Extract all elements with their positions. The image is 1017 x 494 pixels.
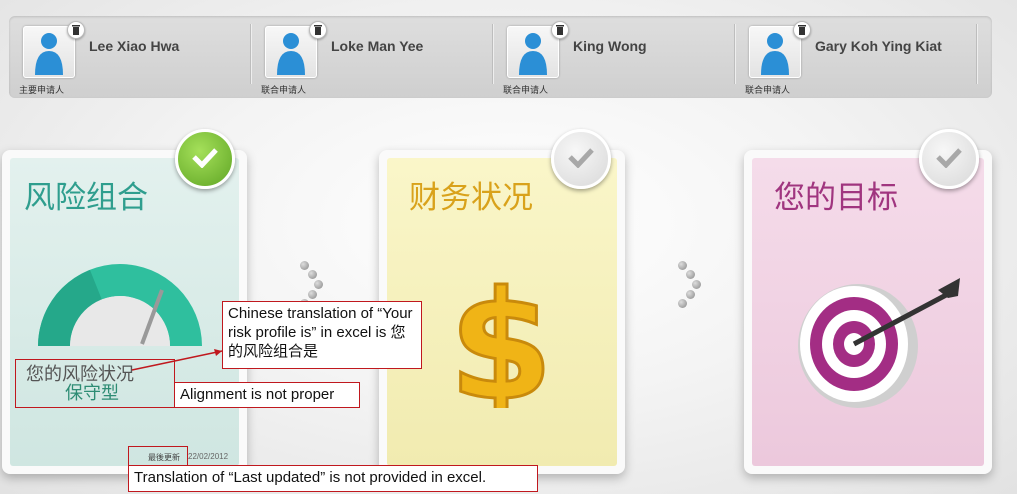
- applicants-bar: Lee Xiao Hwa 主要申请人 Loke Man Yee 联合申请人 Ki…: [9, 16, 992, 98]
- applicant-role: 联合申请人: [261, 85, 307, 95]
- target-icon: [788, 274, 968, 419]
- risk-profile-card[interactable]: 风险组合 您的风险状况 保守型 最後更新 22/02/2012: [2, 150, 247, 474]
- annotation-arrow: [131, 349, 223, 371]
- separator: [976, 24, 977, 84]
- trash-icon[interactable]: [551, 21, 569, 39]
- trash-icon[interactable]: [67, 21, 85, 39]
- translation-note: Chinese translation of “Your risk profil…: [222, 301, 422, 369]
- applicant-name: King Wong: [573, 38, 647, 54]
- trash-icon[interactable]: [793, 21, 811, 39]
- applicant-role: 联合申请人: [745, 85, 791, 95]
- applicant-role: 联合申请人: [503, 85, 549, 95]
- check-icon: [175, 129, 235, 189]
- card-title: 您的目标: [774, 180, 898, 216]
- applicant-card[interactable]: Gary Koh Ying Kiat 联合申请人: [735, 16, 977, 98]
- check-icon: [919, 129, 979, 189]
- goals-card[interactable]: 您的目标: [744, 150, 992, 474]
- applicant-card[interactable]: Loke Man Yee 联合申请人: [251, 16, 493, 98]
- gauge-icon: [30, 246, 210, 361]
- trash-icon[interactable]: [309, 21, 327, 39]
- applicant-role: 主要申请人: [19, 85, 65, 95]
- svg-text:$: $: [449, 260, 553, 408]
- last-updated-date: 22/02/2012: [188, 452, 229, 461]
- card-title: 财务状况: [409, 180, 533, 216]
- dollar-icon: $: [441, 258, 561, 436]
- applicant-name: Loke Man Yee: [331, 38, 424, 54]
- applicant-card[interactable]: Lee Xiao Hwa 主要申请人: [9, 16, 251, 98]
- annotation-highlight: [128, 446, 188, 466]
- applicant-name: Gary Koh Ying Kiat: [815, 38, 942, 54]
- check-icon: [551, 129, 611, 189]
- applicant-name: Lee Xiao Hwa: [89, 38, 180, 54]
- applicant-card[interactable]: King Wong 联合申请人: [493, 16, 735, 98]
- alignment-note: Alignment is not proper: [174, 382, 360, 408]
- card-title: 风险组合: [24, 180, 148, 216]
- last-updated-note: Translation of “Last updated” is not pro…: [128, 465, 538, 492]
